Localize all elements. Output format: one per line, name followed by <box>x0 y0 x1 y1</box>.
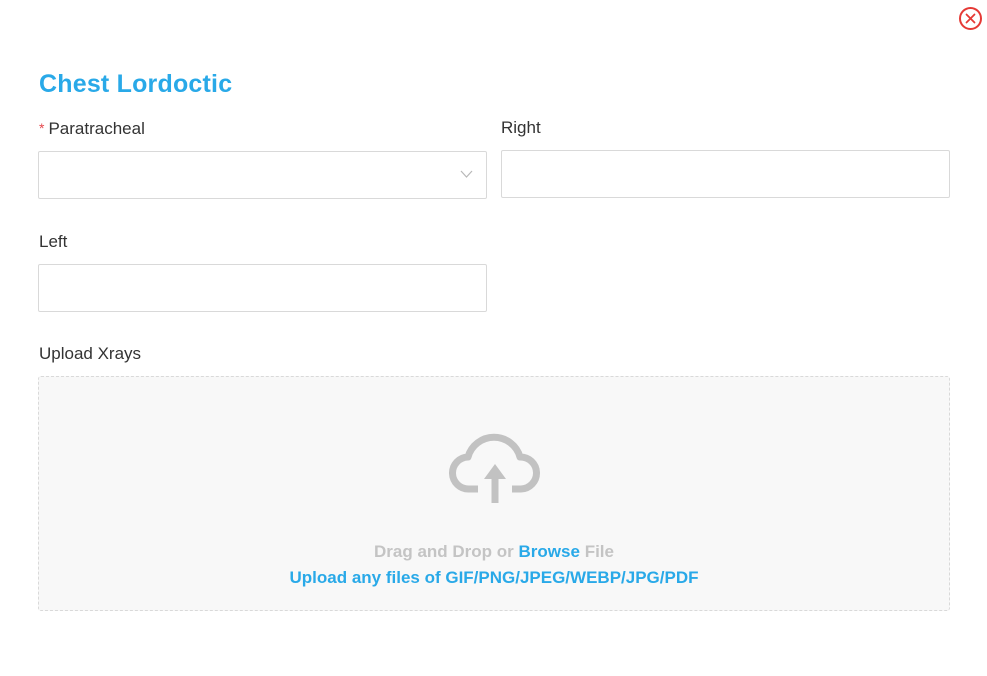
browse-link[interactable]: Browse <box>519 542 580 561</box>
chest-lordoctic-modal: Chest Lordoctic * Paratracheal Right Left… <box>0 0 987 676</box>
modal-title: Chest Lordoctic <box>39 70 233 98</box>
paratracheal-select[interactable] <box>38 151 487 199</box>
left-input[interactable] <box>39 265 486 311</box>
right-label: Right <box>501 118 541 137</box>
upload-label: Upload Xrays <box>39 344 142 363</box>
drag-drop-text: Drag and Drop or Browse File <box>39 542 949 562</box>
required-mark: * <box>39 120 45 136</box>
close-icon <box>965 13 976 24</box>
right-field[interactable] <box>501 150 950 198</box>
close-button[interactable] <box>959 7 982 30</box>
file-suffix: File <box>584 542 614 561</box>
left-label: Left <box>39 232 68 251</box>
drag-drop-prefix: Drag and Drop or <box>374 542 514 561</box>
chevron-down-icon <box>460 170 473 178</box>
left-field[interactable] <box>38 264 487 312</box>
right-input[interactable] <box>502 151 949 197</box>
cloud-upload-icon <box>449 433 540 503</box>
upload-dropzone[interactable]: Drag and Drop or Browse File Upload any … <box>38 376 950 611</box>
paratracheal-label: * Paratracheal <box>39 119 145 139</box>
paratracheal-label-text: Paratracheal <box>48 119 145 138</box>
upload-hint: Upload any files of GIF/PNG/JPEG/WEBP/JP… <box>289 568 699 587</box>
